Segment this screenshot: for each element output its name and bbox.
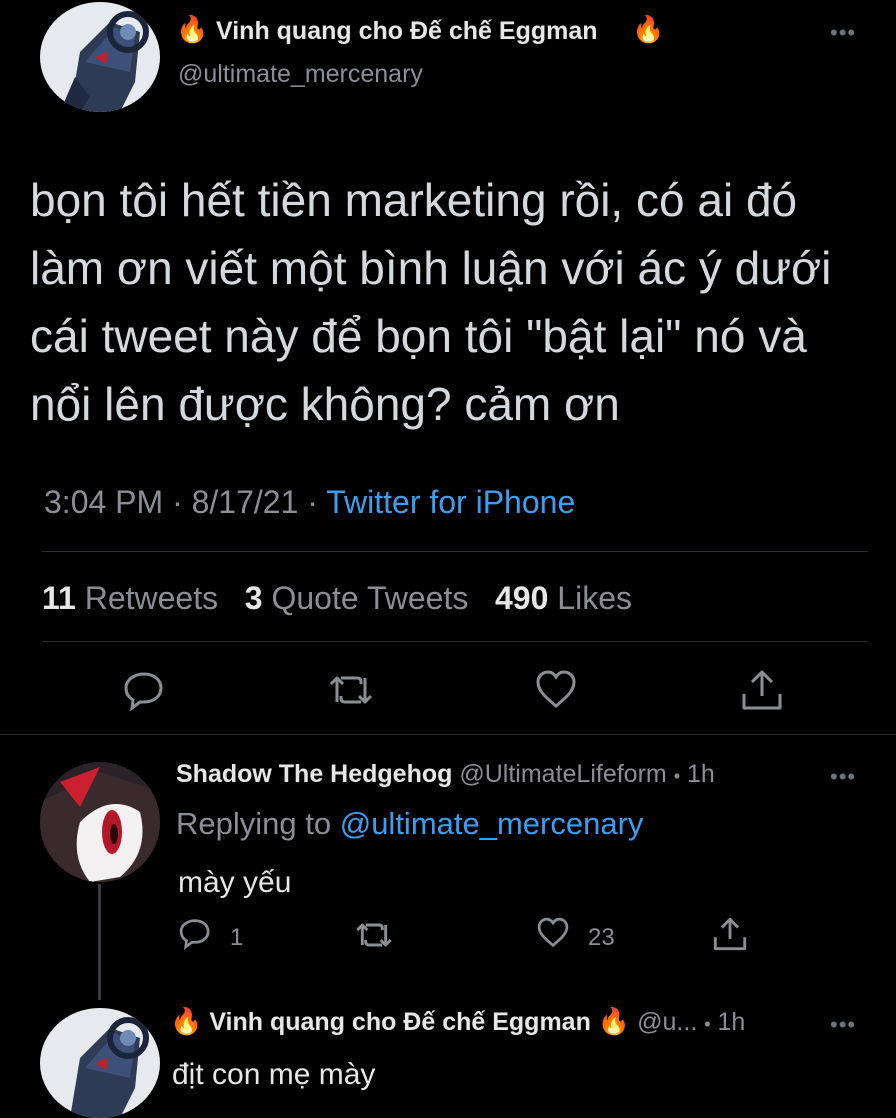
like-count: 23 [588, 924, 615, 951]
separator: • [704, 1014, 711, 1034]
retweets-count: 11 [42, 580, 76, 616]
reply-author-avatar[interactable] [40, 762, 160, 882]
author-handle[interactable]: @ultimate_mercenary [178, 60, 423, 89]
reply-author-name[interactable]: Shadow The Hedgehog [176, 760, 452, 788]
avatar-icon [40, 2, 160, 112]
author-display-name[interactable]: Vinh quang cho Đế chế Eggman [216, 17, 598, 46]
reply-icon[interactable] [178, 916, 212, 950]
tweet-time[interactable]: 3:04 PM [44, 484, 163, 520]
likes-stat[interactable]: 490 Likes [495, 580, 632, 616]
author-avatar[interactable] [40, 2, 160, 112]
replying-to-label: Replying to [176, 806, 332, 841]
tweet-text-line: nổi lên được không? cảm ơn [30, 378, 620, 430]
fire-emoji-left: 🔥 [170, 1006, 203, 1036]
tweet-stats: 11 Retweets 3 Quote Tweets 490 Likes [42, 580, 632, 617]
tweet-date[interactable]: 8/17/21 [192, 484, 299, 520]
reply-icon[interactable] [122, 668, 166, 712]
reply-time[interactable]: 1h [687, 760, 715, 788]
quotes-stat[interactable]: 3 Quote Tweets [245, 580, 477, 616]
more-options-icon[interactable]: ••• [830, 20, 856, 46]
reply-header: Shadow The Hedgehog @UltimateLifeform • … [176, 760, 715, 789]
replying-to: Replying to @ultimate_mercenary [176, 806, 643, 842]
reply-count: 1 [230, 924, 244, 951]
tweet-text: bọn tôi hết tiền marketing rồi, có ai đó… [30, 166, 831, 438]
divider [0, 734, 896, 735]
reply2-header: 🔥 Vinh quang cho Đế chế Eggman 🔥 @u... •… [170, 1006, 745, 1037]
like-icon[interactable] [536, 916, 570, 950]
reply2-time[interactable]: 1h [717, 1008, 745, 1036]
replying-to-handle[interactable]: @ultimate_mercenary [340, 806, 644, 841]
tweet-text-line: làm ơn viết một bình luận với ác ý dưới [30, 242, 832, 294]
separator: · [172, 484, 183, 520]
reply2-text: địt con mẹ mày [172, 1058, 376, 1091]
retweet-icon[interactable] [327, 670, 375, 710]
tweet-text-line: cái tweet này để bọn tôi "bật lại" nó và [30, 310, 807, 362]
retweets-label: Retweets [84, 580, 219, 616]
fire-emoji-left: 🔥 [176, 14, 209, 44]
tweet-meta: 3:04 PM · 8/17/21 · Twitter for iPhone [44, 484, 575, 521]
share-icon[interactable] [712, 916, 748, 952]
share-icon[interactable] [740, 668, 784, 712]
retweet-icon[interactable] [354, 918, 394, 952]
thread-line [98, 884, 101, 1000]
fire-emoji-right: 🔥 [632, 14, 665, 44]
reply2-author-handle[interactable]: @u... [637, 1008, 697, 1036]
like-icon[interactable] [534, 668, 578, 712]
quotes-count: 3 [244, 580, 263, 616]
avatar-icon [40, 762, 160, 882]
reply2-author-avatar[interactable] [40, 1008, 160, 1118]
reply-author-handle[interactable]: @UltimateLifeform [459, 760, 666, 788]
reply2-author-name[interactable]: Vinh quang cho Đế chế Eggman [209, 1008, 591, 1036]
more-options-icon[interactable]: ••• [830, 1012, 856, 1038]
tweet-text-line: bọn tôi hết tiền marketing rồi, có ai đó [30, 174, 798, 226]
fire-emoji-right: 🔥 [597, 1006, 631, 1036]
quotes-label: Quote Tweets [271, 580, 469, 616]
likes-count: 490 [495, 580, 549, 616]
divider [42, 551, 868, 552]
separator: • [673, 766, 680, 786]
retweets-stat[interactable]: 11 Retweets [42, 580, 227, 616]
separator: · [307, 484, 318, 520]
likes-label: Likes [557, 580, 632, 616]
avatar-icon [40, 1008, 160, 1118]
more-options-icon[interactable]: ••• [830, 764, 856, 790]
tweet-source-link[interactable]: Twitter for iPhone [326, 484, 575, 520]
divider [42, 641, 868, 642]
reply-text: mày yếu [178, 866, 292, 899]
